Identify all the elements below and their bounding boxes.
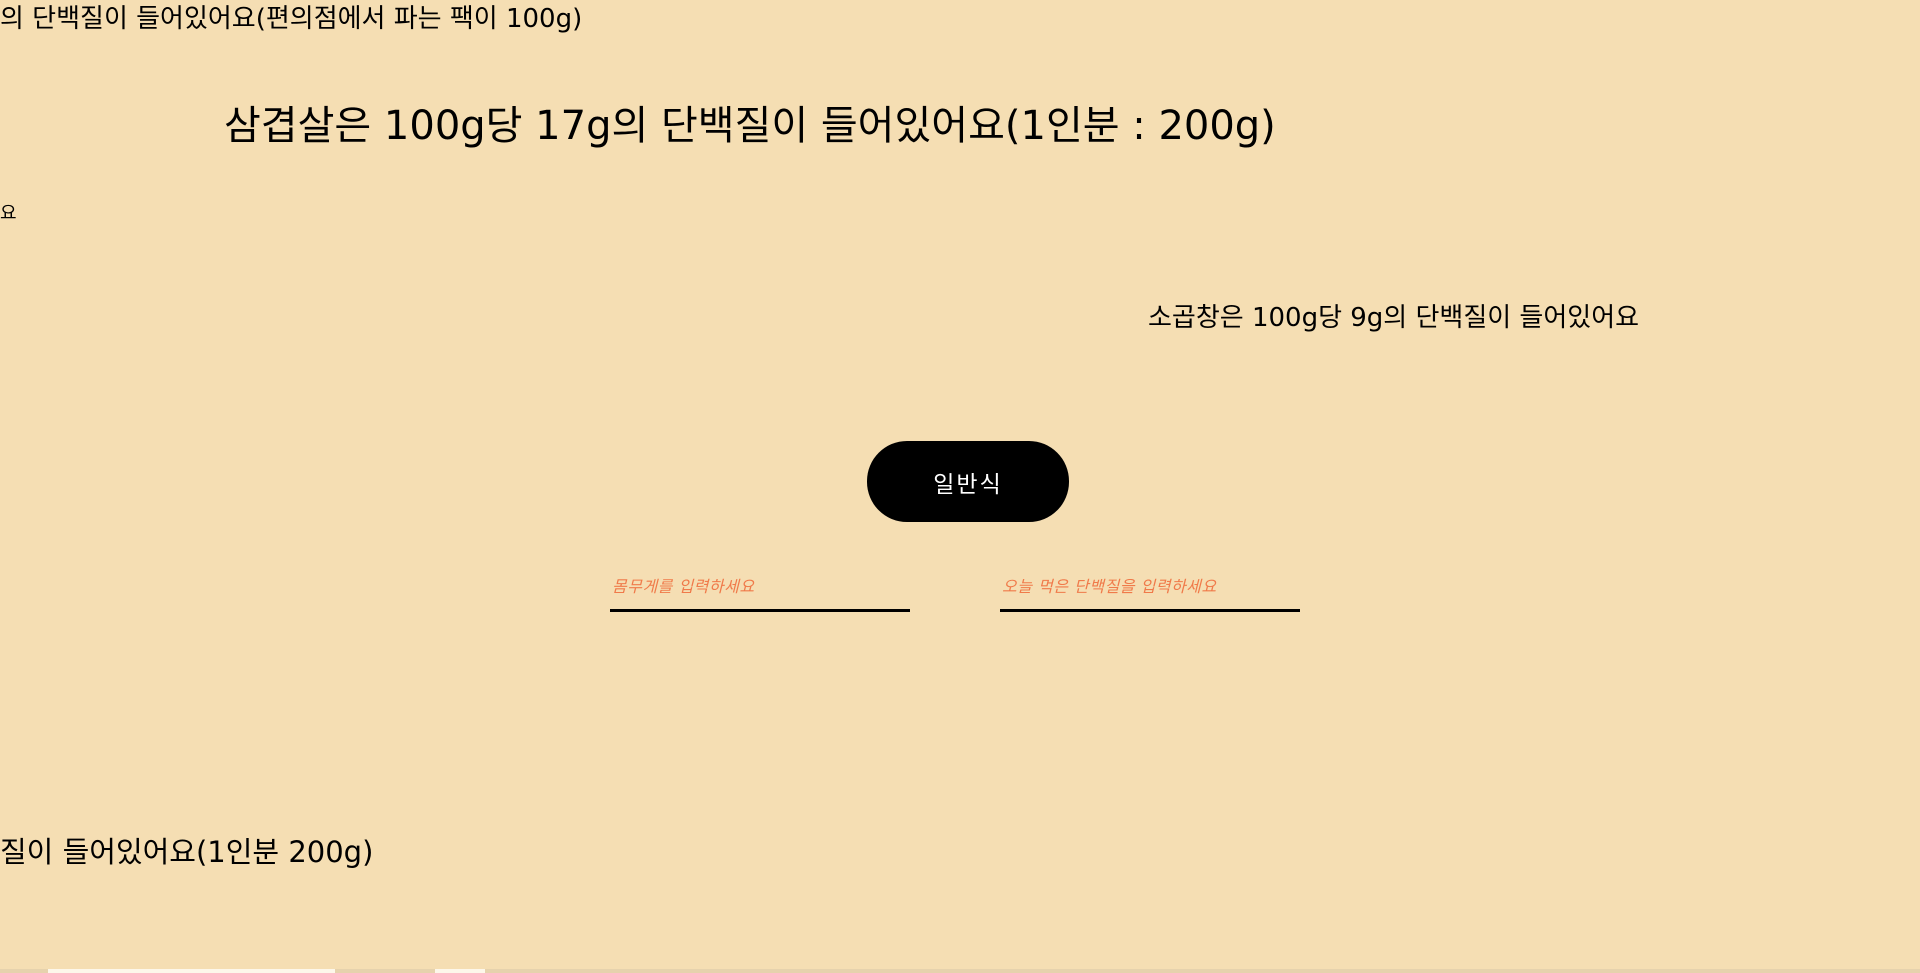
floating-text-chicken-breast: 의 단백질이 들어있어요(편의점에서 파는 팩이 100g) [0, 4, 583, 34]
bottom-edge-tab [48, 969, 335, 973]
bottom-edge-tab [435, 969, 485, 973]
page-canvas: 의 단백질이 들어있어요(편의점에서 파는 팩이 100g) 삼겹살은 100g… [0, 0, 1920, 973]
floating-text-gopchang: 소곱창은 100g당 9g의 단백질이 들어있어요 [1148, 303, 1640, 333]
floating-text-egg: 요 [0, 203, 17, 224]
protein-intake-input[interactable] [1000, 572, 1300, 612]
weight-input[interactable] [610, 572, 910, 612]
general-diet-button[interactable]: 일반식 [867, 441, 1069, 522]
floating-text-beef: 질이 들어있어요(1인분 200g) [0, 835, 374, 869]
floating-text-pork-belly: 삼겹살은 100g당 17g의 단백질이 들어있어요(1인분 : 200g) [224, 103, 1276, 149]
